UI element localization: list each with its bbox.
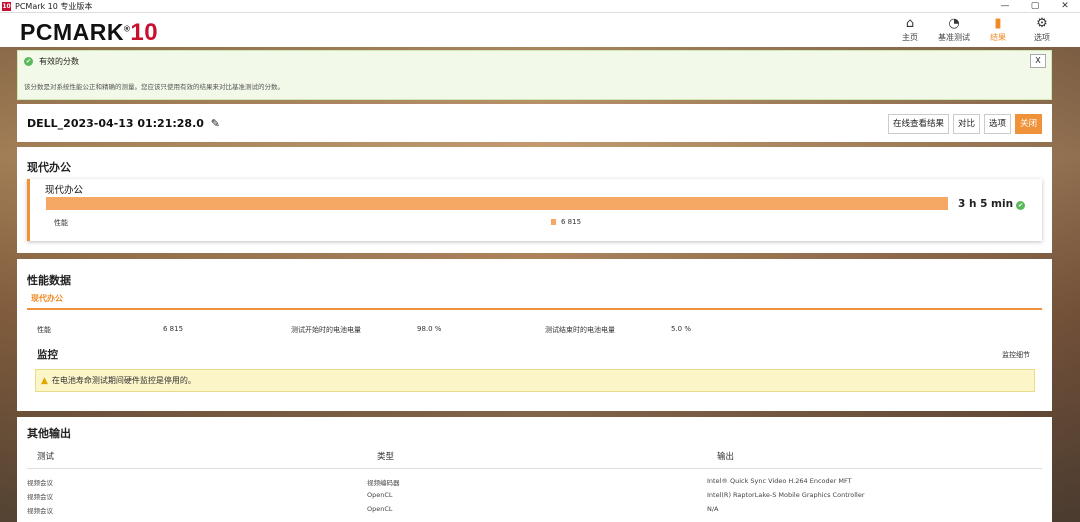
warning-text: 在电池寿命测试期间硬件监控是停用的。 — [51, 376, 196, 385]
watermark-text: 什么值得买 — [944, 484, 1044, 508]
tab-modern-office[interactable]: 现代办公 — [31, 293, 63, 304]
table-cell: 视频会议 — [27, 493, 53, 501]
window-title: PCMark 10 专业版本 — [15, 1, 93, 11]
performance-data-card: 性能数据 现代办公 性能 6 815 测试开始时的电池电量 98.0 % 测试结… — [17, 259, 1052, 411]
table-cell: 视频编码器 — [367, 479, 400, 487]
options-button[interactable]: 选项 — [983, 114, 1011, 134]
window-titlebar: 10 PCMark 10 专业版本 — ▢ ✕ — [0, 0, 1080, 13]
office-panel-label: 现代办公 — [45, 185, 84, 196]
check-circle-icon: ✔ — [1016, 201, 1026, 210]
other-output-card: 其他输出 测试 类型 输出 视频会议 视频编码器 Intel® Quick Sy… — [17, 417, 1052, 522]
duration-bar — [46, 197, 948, 210]
brand-text: PCMARK — [20, 19, 124, 45]
nav-label: 结果 — [990, 33, 1006, 42]
monitoring-warning: ▲ 在电池寿命测试期间硬件监控是停用的。 — [35, 369, 1035, 392]
kv-label: 测试结束时的电池电量 — [545, 326, 615, 334]
pencil-icon[interactable]: ✎ — [211, 117, 220, 130]
notice-header: ✔ 有效的分数 — [24, 56, 79, 67]
modern-office-card: 现代办公 现代办公 3 h 5 min ✔ 性能 6 815 — [17, 147, 1052, 253]
nav-options[interactable]: ⚙ 选项 — [1026, 16, 1058, 43]
notice-body: 该分数是对系统性能公正和精确的测量。您应该只使用有效的结果来对比基准测试的分数。 — [24, 83, 284, 91]
perf-marker — [551, 219, 556, 225]
perf-label: 性能 — [54, 219, 68, 227]
perf-value: 6 815 — [561, 218, 582, 226]
kv-label: 性能 — [37, 326, 51, 334]
monitor-title: 监控 — [37, 349, 58, 361]
warning-icon: ▲ — [41, 375, 48, 386]
result-title-card: DELL_2023-04-13 01:21:28.0 ✎ 在线查看结果 对比 选… — [17, 104, 1052, 142]
app-header: PCMARK®10 ⌂ 主页 ◔ 基准测试 ▮ 结果 ⚙ 选项 — [0, 13, 1080, 47]
maximize-button[interactable]: ▢ — [1020, 0, 1050, 13]
bar-chart-icon: ▮ — [994, 16, 1002, 31]
table-cell: 视频会议 — [27, 479, 53, 487]
duration-value: 3 h 5 min ✔ — [958, 198, 1026, 210]
table-cell: Intel(R) RaptorLake-S Mobile Graphics Co… — [707, 491, 865, 499]
kv-value: 98.0 % — [417, 325, 442, 333]
gear-icon: ⚙ — [1036, 16, 1048, 31]
close-button[interactable]: 关闭 — [1014, 114, 1042, 134]
table-cell: Intel® Quick Sync Video H.264 Encoder MF… — [707, 477, 852, 485]
column-header-type: 类型 — [377, 452, 395, 462]
section-title: 其他输出 — [27, 427, 71, 440]
section-title: 现代办公 — [27, 161, 71, 174]
compare-button[interactable]: 对比 — [952, 114, 980, 134]
notice-title: 有效的分数 — [39, 57, 79, 66]
window-controls: — ▢ ✕ — [990, 0, 1080, 13]
column-header-test: 测试 — [37, 452, 55, 462]
app-logo-icon: 10 — [2, 1, 11, 11]
minimize-button[interactable]: — — [990, 0, 1020, 13]
view-online-button[interactable]: 在线查看结果 — [887, 114, 949, 134]
office-score-panel[interactable]: 现代办公 3 h 5 min ✔ 性能 6 815 — [27, 179, 1042, 241]
watermark: 值 什么值得买 — [910, 480, 1044, 509]
table-cell: OpenCL — [367, 491, 393, 499]
notice-close-button[interactable]: X — [1030, 54, 1046, 68]
table-cell: N/A — [707, 505, 719, 513]
tab-underline — [27, 308, 1042, 310]
pcmark-logo: PCMARK®10 — [20, 19, 158, 47]
result-actions: 在线查看结果 对比 选项 关闭 — [887, 114, 1042, 134]
home-icon: ⌂ — [905, 16, 915, 31]
kv-value: 5.0 % — [671, 325, 692, 333]
nav-label: 主页 — [902, 33, 918, 42]
watermark-logo-icon: 值 — [910, 480, 938, 509]
nav-home[interactable]: ⌂ 主页 — [894, 16, 926, 43]
brand-number: 10 — [130, 19, 159, 46]
table-header-divider — [27, 468, 1042, 469]
result-name: DELL_2023-04-13 01:21:28.0 ✎ — [27, 117, 220, 130]
table-cell: 视频会议 — [27, 507, 53, 515]
kv-value: 6 815 — [163, 325, 184, 333]
main-nav: ⌂ 主页 ◔ 基准测试 ▮ 结果 ⚙ 选项 — [894, 16, 1058, 43]
section-title: 性能数据 — [27, 274, 71, 287]
valid-score-notice: ✔ 有效的分数 该分数是对系统性能公正和精确的测量。您应该只使用有效的结果来对比… — [17, 50, 1052, 100]
result-name-text: DELL_2023-04-13 01:21:28.0 — [27, 117, 204, 130]
table-cell: OpenCL — [367, 505, 393, 513]
check-circle-icon: ✔ — [24, 57, 33, 66]
nav-benchmarks[interactable]: ◔ 基准测试 — [938, 16, 970, 43]
duration-text: 3 h 5 min — [958, 198, 1014, 210]
close-window-button[interactable]: ✕ — [1050, 0, 1080, 13]
kv-label: 测试开始时的电池电量 — [291, 326, 361, 334]
monitor-details-link[interactable]: 监控细节 — [1002, 350, 1030, 360]
nav-label: 基准测试 — [938, 33, 970, 42]
gauge-icon: ◔ — [948, 16, 960, 31]
nav-label: 选项 — [1034, 33, 1050, 42]
column-header-output: 输出 — [717, 452, 735, 462]
nav-results[interactable]: ▮ 结果 — [982, 16, 1014, 43]
